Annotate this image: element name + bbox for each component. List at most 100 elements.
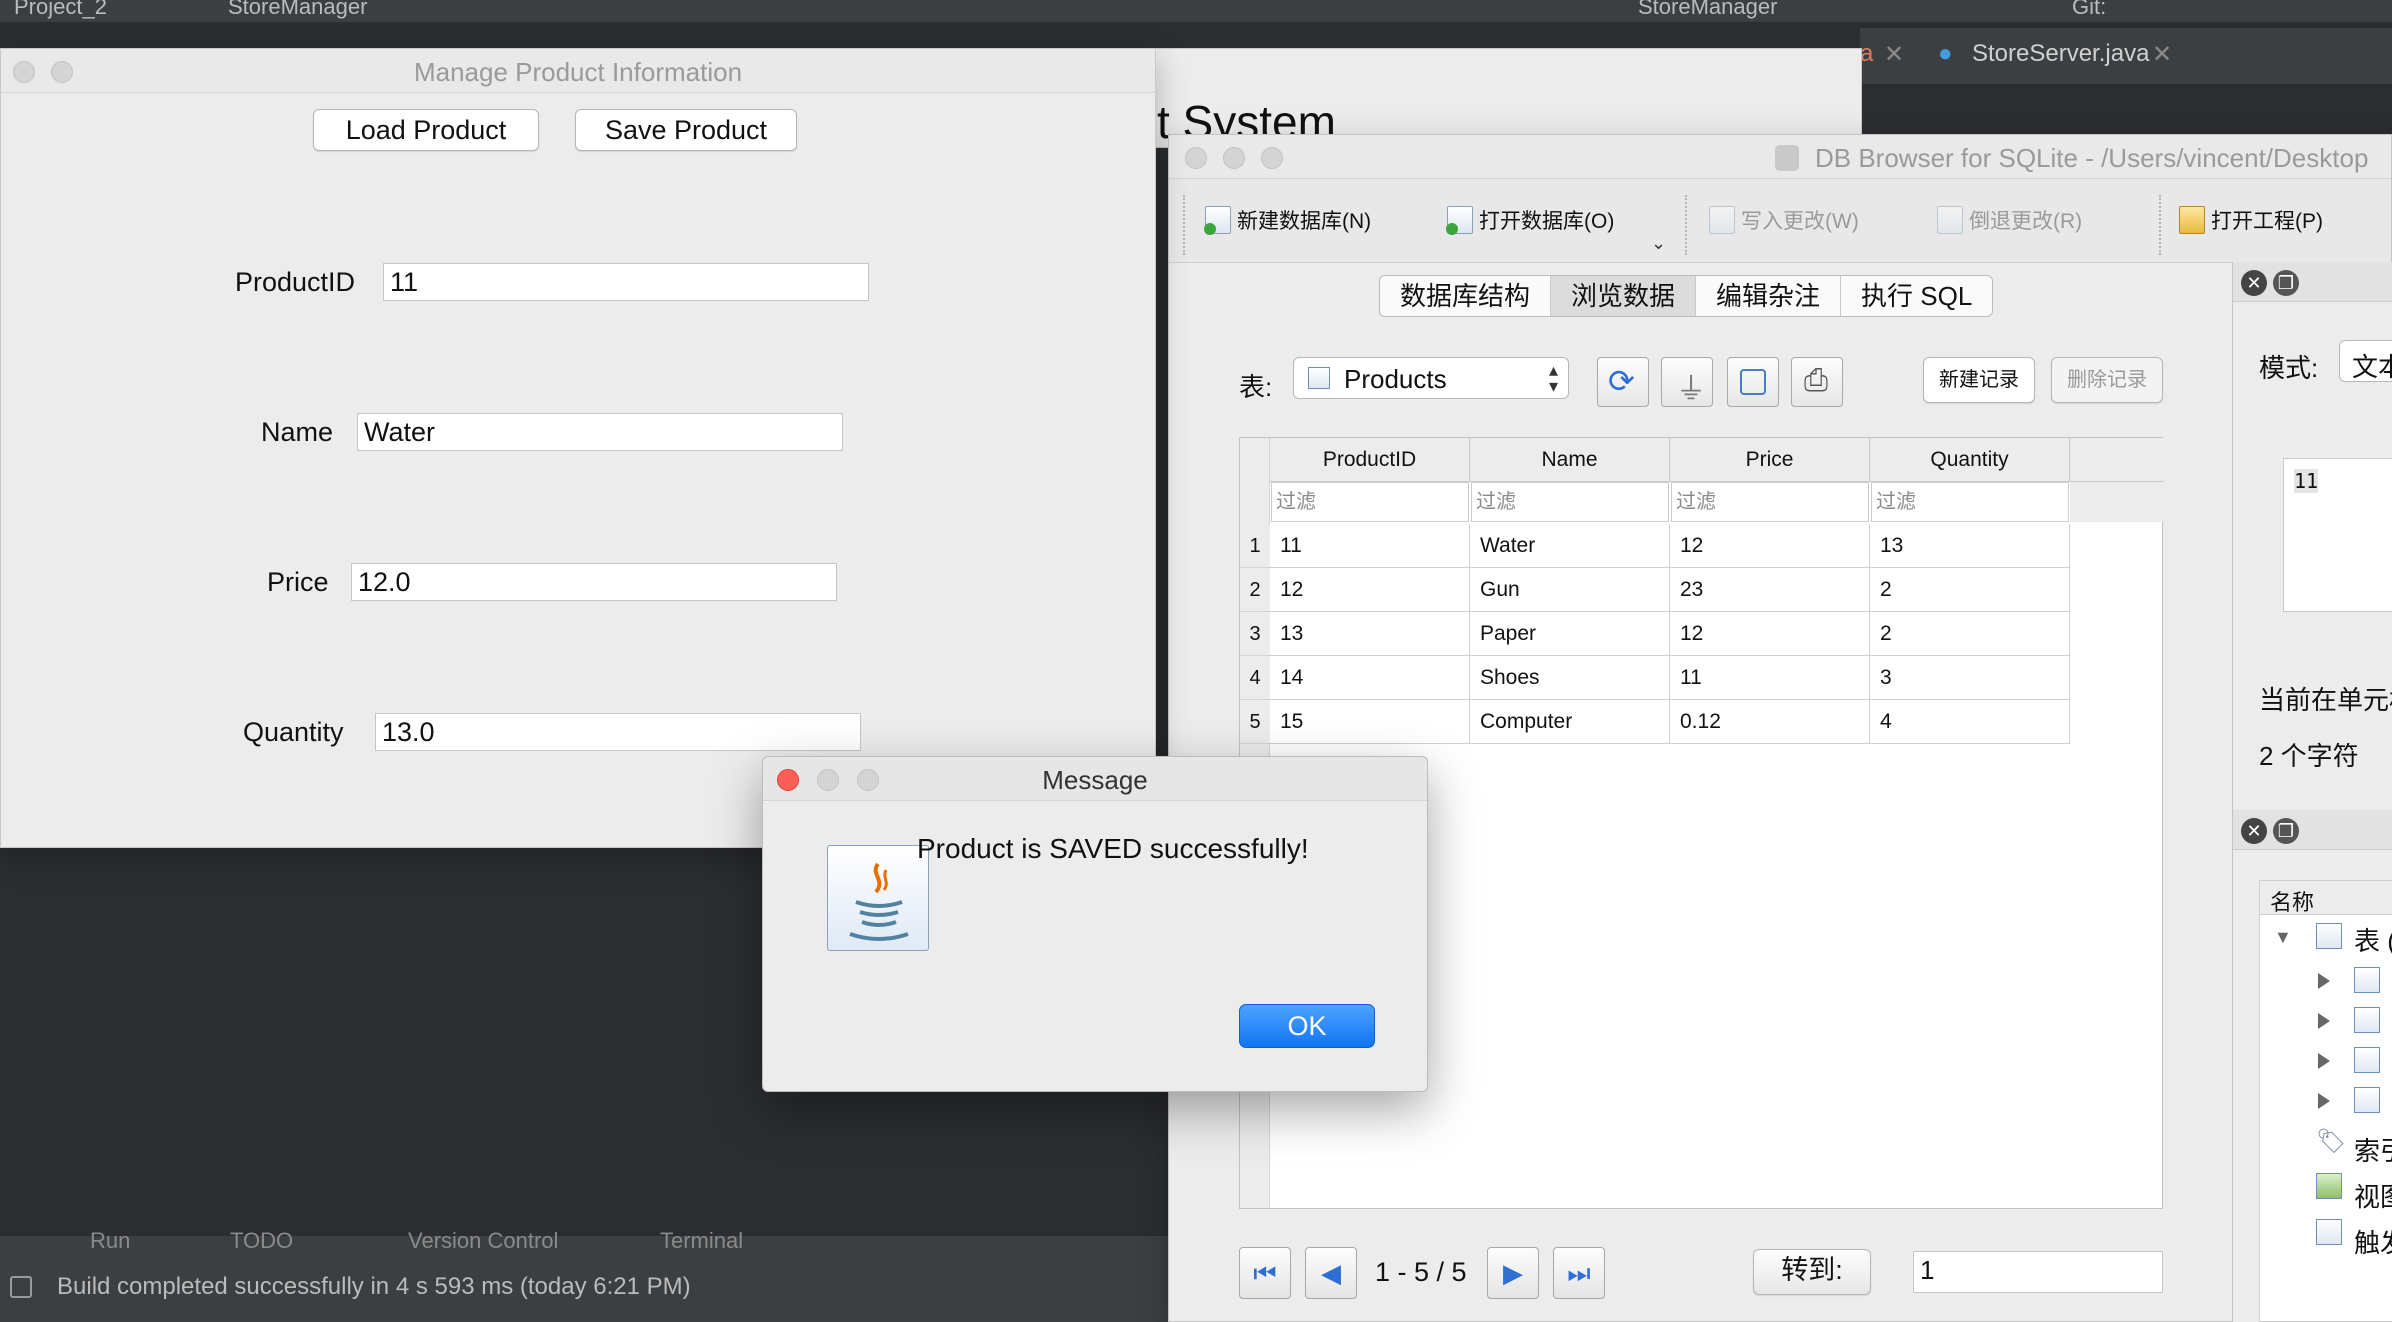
previous-page-button[interactable]: ◀ (1305, 1247, 1357, 1299)
table-row[interactable]: 5 15 Computer 0.12 4 (1240, 700, 2070, 744)
float-panel-icon[interactable]: ❐ (2273, 270, 2299, 296)
window-minimize-button[interactable] (1223, 147, 1245, 169)
cell-editor[interactable]: 11 (2283, 458, 2392, 612)
table-cell[interactable]: 13 (1270, 612, 1470, 656)
first-page-button[interactable]: ⏮ (1239, 1247, 1291, 1299)
table-select[interactable]: Products ▴ ▾ (1293, 357, 1569, 399)
table-cell[interactable]: 12 (1670, 524, 1870, 568)
triangle-right-icon[interactable] (2318, 973, 2330, 989)
table-cell[interactable]: Paper (1470, 612, 1670, 656)
table-cell[interactable]: 2 (1870, 568, 2070, 612)
print-button[interactable]: ⎙ (1791, 357, 1843, 407)
message-dialog-titlebar[interactable]: Message (763, 757, 1427, 801)
table-cell[interactable]: 0.12 (1670, 700, 1870, 744)
table-cell[interactable]: 11 (1670, 656, 1870, 700)
save-product-button[interactable]: Save Product (575, 109, 797, 151)
table-row[interactable]: 1 11 Water 12 13 (1240, 524, 2070, 568)
table-row[interactable]: 4 14 Shoes 11 3 (1240, 656, 2070, 700)
float-panel-icon[interactable]: ❐ (2273, 818, 2299, 844)
close-icon[interactable]: ✕ (2241, 818, 2267, 844)
table-cell[interactable]: 2 (1870, 612, 2070, 656)
productid-field[interactable]: 11 (383, 263, 869, 301)
status-toggle-icon[interactable] (10, 1276, 32, 1298)
triangle-down-icon[interactable]: ▼ (2274, 927, 2292, 948)
filter-input-quantity[interactable]: 过滤 (1871, 482, 2069, 522)
tab-edit-pragmas[interactable]: 编辑杂注 (1696, 276, 1842, 316)
revert-changes-button[interactable]: 倒退更改(R) (1937, 205, 2082, 235)
window-close-button[interactable] (1185, 147, 1207, 169)
column-header-productid[interactable]: ProductID (1270, 438, 1470, 482)
new-record-button[interactable]: 新建记录 (1923, 357, 2035, 403)
close-icon[interactable]: ✕ (2241, 270, 2267, 296)
triangle-right-icon[interactable] (2318, 1093, 2330, 1109)
delete-record-button[interactable]: 删除记录 (2051, 357, 2163, 403)
clear-filters-button[interactable]: ⏚ (1661, 357, 1713, 407)
filter-input-productid[interactable]: 过滤 (1271, 482, 1469, 522)
triangle-right-icon[interactable] (2318, 1013, 2330, 1029)
price-field[interactable]: 12.0 (351, 563, 837, 601)
column-header-quantity[interactable]: Quantity (1870, 438, 2070, 482)
table-cell[interactable]: 4 (1870, 700, 2070, 744)
table-cell[interactable]: 23 (1670, 568, 1870, 612)
terminal-tool-tab[interactable]: Terminal (660, 1228, 743, 1254)
ok-button[interactable]: OK (1239, 1004, 1375, 1048)
new-database-button[interactable]: 新建数据库(N) (1204, 205, 1371, 235)
goto-button[interactable]: 转到: (1753, 1249, 1871, 1295)
table-cell[interactable]: Computer (1470, 700, 1670, 744)
project-breadcrumb[interactable]: Project_2 (14, 0, 107, 20)
refresh-button[interactable]: ⟳ (1597, 357, 1649, 407)
open-project-button[interactable]: 打开工程(P) (2179, 205, 2323, 235)
run-config-breadcrumb[interactable]: StoreManager (228, 0, 367, 20)
tab-execute-sql[interactable]: 执行 SQL (1841, 276, 1992, 316)
close-icon[interactable]: ✕ (2152, 40, 2172, 69)
tree-node-indexes[interactable]: 索引 (2354, 1131, 2392, 1168)
tree-node-tables[interactable]: 表 ( (2354, 921, 2392, 958)
table-cell[interactable]: 15 (1270, 700, 1470, 744)
name-field[interactable]: Water (357, 413, 843, 451)
table-cell[interactable]: Gun (1470, 568, 1670, 612)
load-product-button[interactable]: Load Product (313, 109, 539, 151)
table-cell[interactable]: Water (1470, 524, 1670, 568)
window-zoom-button[interactable] (1261, 147, 1283, 169)
next-page-button[interactable]: ▶ (1487, 1247, 1539, 1299)
editor-tab-hidden[interactable]: a (1860, 40, 1873, 68)
table-row[interactable]: 2 12 Gun 23 2 (1240, 568, 2070, 612)
triangle-right-icon[interactable] (2318, 1053, 2330, 1069)
table-icon[interactable] (2354, 1087, 2380, 1113)
save-table-button[interactable] (1727, 357, 1779, 407)
write-changes-button[interactable]: 写入更改(W) (1709, 205, 1859, 235)
table-cell[interactable]: 12 (1670, 612, 1870, 656)
table-cell[interactable]: 11 (1270, 524, 1470, 568)
table-cell[interactable]: 13 (1870, 524, 2070, 568)
chevron-down-icon[interactable]: ⌄ (1651, 233, 1666, 254)
filter-input-price[interactable]: 过滤 (1671, 482, 1869, 522)
table-row[interactable]: 3 13 Paper 12 2 (1240, 612, 2070, 656)
manage-product-titlebar[interactable]: Manage Product Information (1, 49, 1155, 93)
close-icon[interactable]: ✕ (1884, 40, 1904, 69)
table-icon[interactable] (2354, 967, 2380, 993)
goto-input[interactable]: 1 (1913, 1251, 2163, 1293)
tree-node-triggers[interactable]: 触发 (2354, 1223, 2392, 1260)
version-control-tool-tab[interactable]: Version Control (408, 1228, 558, 1254)
open-database-button[interactable]: 打开数据库(O) (1446, 205, 1614, 235)
tab-database-structure[interactable]: 数据库结构 (1380, 276, 1552, 316)
run-config-selector[interactable]: StoreManager (1638, 0, 1777, 20)
table-cell[interactable]: 12 (1270, 568, 1470, 612)
table-icon[interactable] (2354, 1007, 2380, 1033)
filter-input-name[interactable]: 过滤 (1471, 482, 1669, 522)
run-tool-tab[interactable]: Run (90, 1228, 130, 1254)
todo-tool-tab[interactable]: TODO (230, 1228, 293, 1254)
table-cell[interactable]: Shoes (1470, 656, 1670, 700)
last-page-button[interactable]: ⏭ (1553, 1247, 1605, 1299)
column-header-price[interactable]: Price (1670, 438, 1870, 482)
tree-node-views[interactable]: 视图 (2354, 1177, 2392, 1214)
table-cell[interactable]: 3 (1870, 656, 2070, 700)
table-icon[interactable] (2354, 1047, 2380, 1073)
editor-tab-storeserver[interactable]: StoreServer.java (1972, 40, 2149, 68)
quantity-field[interactable]: 13.0 (375, 713, 861, 751)
mode-select[interactable]: 文本 (2339, 340, 2392, 382)
db-browser-titlebar[interactable]: DB Browser for SQLite - /Users/vincent/D… (1169, 135, 2391, 179)
table-cell[interactable]: 14 (1270, 656, 1470, 700)
tab-browse-data[interactable]: 浏览数据 (1551, 276, 1697, 316)
column-header-name[interactable]: Name (1470, 438, 1670, 482)
